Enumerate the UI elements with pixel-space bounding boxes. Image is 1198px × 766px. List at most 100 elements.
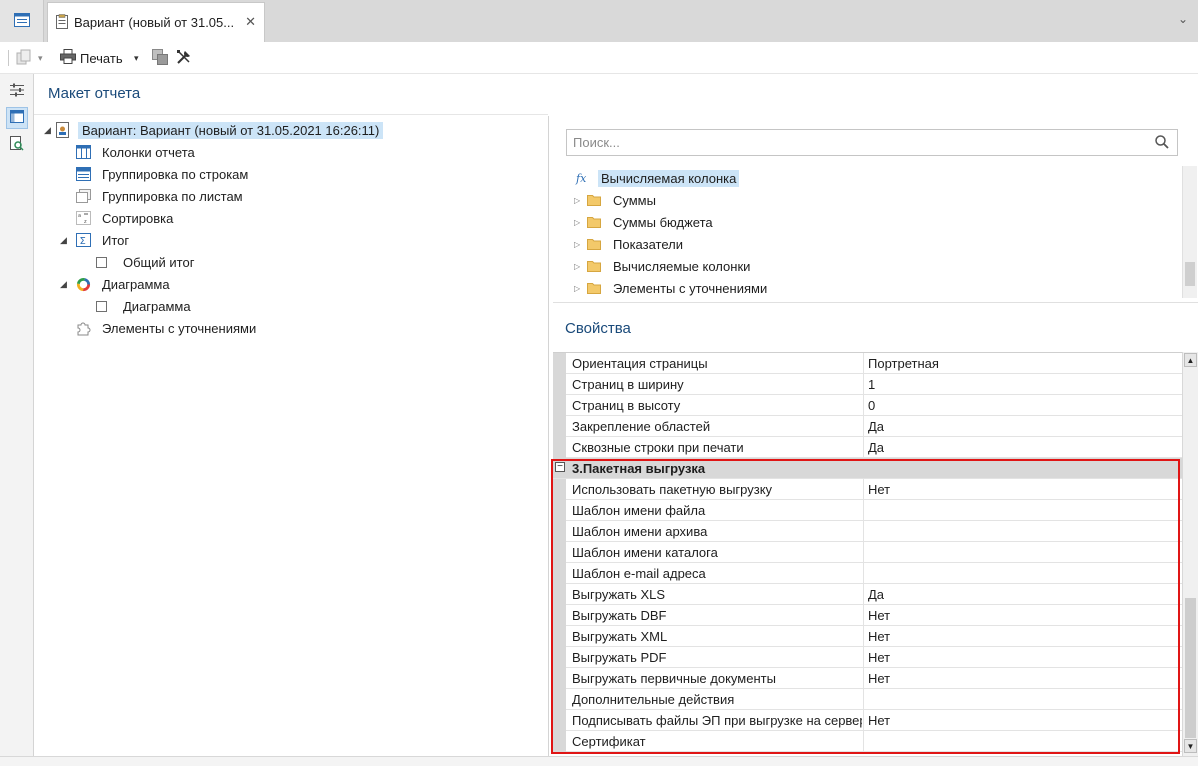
vertical-splitter[interactable] <box>548 116 549 756</box>
properties-scrollbar[interactable]: ▲ ▼ <box>1182 352 1198 756</box>
tree-item-total[interactable]: ◢ Σ Итог <box>60 230 133 250</box>
property-row[interactable]: Выгружать DBF Нет <box>553 605 1182 626</box>
expand-arrow-icon[interactable]: ▷ <box>574 218 586 227</box>
tree-item-label: Диаграмма <box>123 298 191 314</box>
property-row[interactable]: Дополнительные действия <box>553 689 1182 710</box>
property-row[interactable]: Сквозные строки при печати Да <box>553 437 1182 458</box>
list-item-indicators[interactable]: ▷ Показатели <box>574 234 686 254</box>
tree-item-grand-total[interactable]: Общий итог <box>92 252 198 272</box>
list-item-calculated-columns[interactable]: ▷ Вычисляемые колонки <box>574 256 753 276</box>
collapse-arrow-icon[interactable]: ◢ <box>44 125 54 136</box>
property-name: Закрепление областей <box>572 419 711 434</box>
row-grouping-icon <box>74 166 92 182</box>
property-row[interactable]: Ориентация страницы Портретная <box>553 353 1182 374</box>
expand-arrow-icon[interactable]: ▷ <box>574 196 586 205</box>
print-button[interactable]: Печать <box>60 49 123 67</box>
property-value[interactable]: Да <box>863 416 1182 437</box>
tree-item-sorting[interactable]: az Сортировка <box>74 208 177 228</box>
property-value[interactable]: Нет <box>863 668 1182 689</box>
property-name: Подписывать файлы ЭП при выгрузке на сер… <box>572 713 862 728</box>
tree-root[interactable]: ◢ Вариант: Вариант (новый от 31.05.2021 … <box>44 120 384 140</box>
chevron-down-icon[interactable]: ⌄ <box>1178 12 1188 26</box>
property-row[interactable]: Выгружать XLS Да <box>553 584 1182 605</box>
property-value[interactable]: Портретная <box>863 353 1182 374</box>
property-value[interactable]: Да <box>863 437 1182 458</box>
tree-item-chart[interactable]: ◢ Диаграмма <box>60 274 174 294</box>
property-row[interactable]: Выгружать XML Нет <box>553 626 1182 647</box>
property-value[interactable] <box>863 689 1182 710</box>
search-input[interactable] <box>567 130 1147 155</box>
property-row[interactable]: Использовать пакетную выгрузку Нет <box>553 479 1182 500</box>
close-tab-icon[interactable]: ✕ <box>245 14 256 30</box>
property-row[interactable]: Шаблон имени каталога <box>553 542 1182 563</box>
collapse-arrow-icon[interactable]: ◢ <box>60 279 70 290</box>
property-row[interactable]: Закрепление областей Да <box>553 416 1182 437</box>
scrollbar-thumb[interactable] <box>1185 262 1195 286</box>
tree-item-refined-elements[interactable]: Элементы с уточнениями <box>74 318 260 338</box>
property-value[interactable] <box>863 500 1182 521</box>
property-row[interactable]: Шаблон имени архива <box>553 521 1182 542</box>
report-layout-button[interactable] <box>6 107 28 129</box>
property-row[interactable]: Страниц в высоту 0 <box>553 395 1182 416</box>
scroll-down-icon[interactable]: ▼ <box>1184 739 1197 753</box>
copy-icon <box>16 49 32 68</box>
collapse-arrow-icon[interactable]: ◢ <box>60 235 70 246</box>
search-icon[interactable] <box>1155 135 1169 152</box>
settings-button[interactable] <box>176 49 192 67</box>
export-icon <box>152 48 168 68</box>
property-value[interactable]: Нет <box>863 647 1182 668</box>
left-tool-strip <box>0 74 34 766</box>
copy-button[interactable]: ▾ <box>16 49 43 67</box>
property-value[interactable] <box>863 542 1182 563</box>
property-value[interactable]: Нет <box>863 626 1182 647</box>
copy-dropdown-icon[interactable]: ▾ <box>38 53 43 64</box>
report-layout-title: Макет отчета <box>48 85 141 102</box>
tree-item-label: Диаграмма <box>102 276 170 292</box>
tree-item-sheet-grouping[interactable]: Группировка по листам <box>74 186 247 206</box>
properties-title: Свойства <box>565 320 631 337</box>
property-value[interactable]: Нет <box>863 605 1182 626</box>
property-category-batch-export[interactable]: − 3.Пакетная выгрузка <box>553 458 1182 479</box>
property-value[interactable]: Нет <box>863 710 1182 731</box>
property-value[interactable] <box>863 731 1182 752</box>
property-value[interactable]: Нет <box>863 479 1182 500</box>
property-value[interactable]: 0 <box>863 395 1182 416</box>
list-item-label: Элементы с уточнениями <box>613 280 768 296</box>
checkbox[interactable] <box>96 256 107 268</box>
property-row[interactable]: Страниц в ширину 1 <box>553 374 1182 395</box>
print-dropdown-icon[interactable]: ▾ <box>134 49 139 67</box>
property-row[interactable]: Подписывать файлы ЭП при выгрузке на сер… <box>553 710 1182 731</box>
home-tab[interactable] <box>0 0 44 42</box>
property-row[interactable]: Шаблон имени файла <box>553 500 1182 521</box>
tree-item-row-grouping[interactable]: Группировка по строкам <box>74 164 252 184</box>
expand-arrow-icon[interactable]: ▷ <box>574 262 586 271</box>
property-value[interactable] <box>863 521 1182 542</box>
horizontal-splitter[interactable] <box>553 302 1198 303</box>
preview-button[interactable] <box>6 134 28 156</box>
report-variant-icon <box>54 122 72 138</box>
filter-settings-button[interactable] <box>6 80 28 102</box>
scrollbar-thumb[interactable] <box>1185 598 1196 738</box>
property-row[interactable]: Сертификат <box>553 731 1182 752</box>
scroll-up-icon[interactable]: ▲ <box>1184 353 1197 367</box>
collapse-icon[interactable]: − <box>555 462 565 472</box>
property-row[interactable]: Выгружать первичные документы Нет <box>553 668 1182 689</box>
property-name: Страниц в ширину <box>572 377 684 392</box>
list-item-calculated-column[interactable]: fx Вычисляемая колонка <box>574 168 740 188</box>
list-item-refined-elements[interactable]: ▷ Элементы с уточнениями <box>574 278 770 298</box>
expand-arrow-icon[interactable]: ▷ <box>574 240 586 249</box>
property-value[interactable]: Да <box>863 584 1182 605</box>
list-item-sums[interactable]: ▷ Суммы <box>574 190 659 210</box>
property-row[interactable]: Шаблон e-mail адреса <box>553 563 1182 584</box>
export-button[interactable] <box>152 48 168 68</box>
tab-report-variant[interactable]: Вариант (новый от 31.05... ✕ <box>47 2 265 42</box>
tree-item-chart-child[interactable]: Диаграмма <box>92 296 195 316</box>
checkbox[interactable] <box>96 300 107 312</box>
list-item-budget-sums[interactable]: ▷ Суммы бюджета <box>574 212 716 232</box>
tree-item-columns[interactable]: Колонки отчета <box>74 142 199 162</box>
expand-arrow-icon[interactable]: ▷ <box>574 284 586 293</box>
list-scrollbar[interactable] <box>1182 166 1197 298</box>
property-value[interactable] <box>863 563 1182 584</box>
property-value[interactable]: 1 <box>863 374 1182 395</box>
property-row[interactable]: Выгружать PDF Нет <box>553 647 1182 668</box>
